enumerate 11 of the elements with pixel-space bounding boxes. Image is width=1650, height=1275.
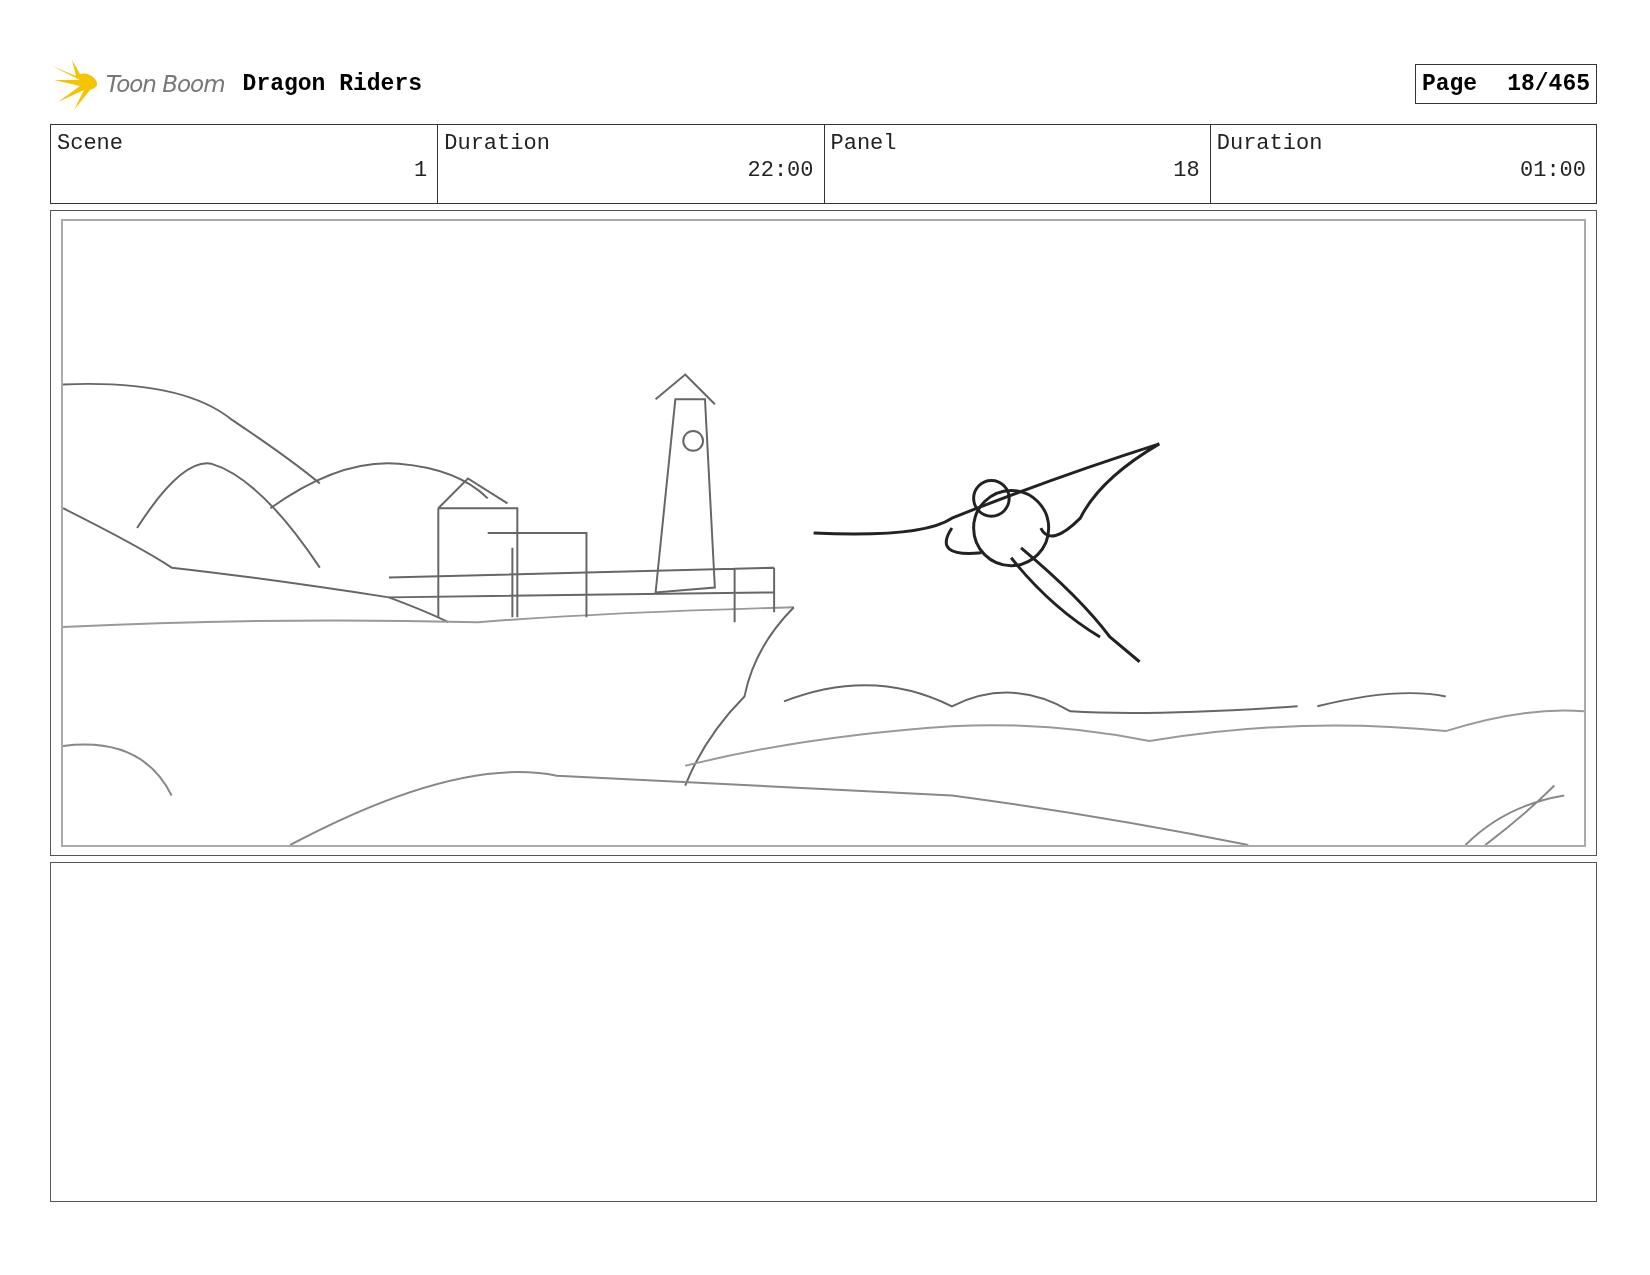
column-header: Scene [57,131,123,156]
table-cell: 01:00 [1520,158,1586,183]
project-title: Dragon Riders [242,71,422,97]
column-header: Duration [444,131,550,156]
table-cell: 18 [1173,158,1200,183]
table-cell: 22:00 [747,158,814,183]
column-header: Panel [830,131,897,156]
page-number-box: Page 18/465 [1414,64,1597,104]
column-header: Duration [1216,131,1323,156]
table-cell: 1 [414,158,428,183]
logo-wordmark: Toon Boom [106,71,225,97]
